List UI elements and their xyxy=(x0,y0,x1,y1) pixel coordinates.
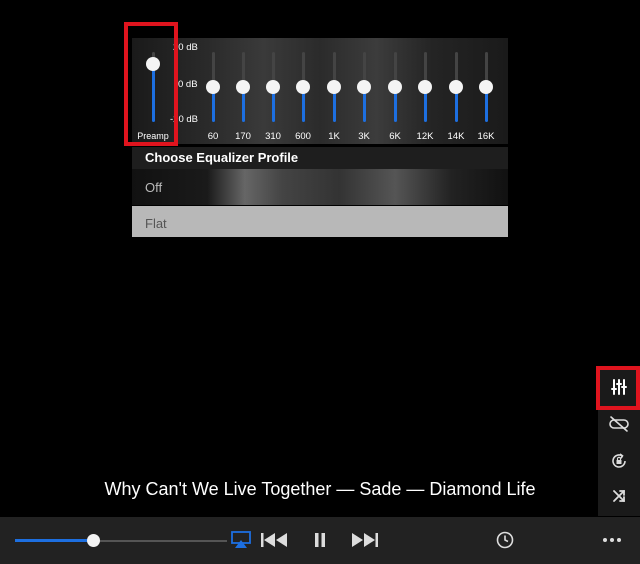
playback-bar xyxy=(0,517,640,564)
eq-band-slider[interactable] xyxy=(476,52,496,122)
now-playing-title: Why Can't We Live Together — Sade — Diam… xyxy=(104,479,536,499)
profile-list-title: Choose Equalizer Profile xyxy=(132,147,508,169)
eq-band-slider[interactable] xyxy=(263,52,283,122)
preamp-highlight xyxy=(124,22,178,146)
progress-knob[interactable] xyxy=(86,534,100,547)
eq-band-slider-label: 310 xyxy=(265,131,281,142)
more-icon xyxy=(603,538,621,542)
eq-band-slider[interactable] xyxy=(354,52,374,122)
progress-fill xyxy=(15,539,94,542)
eq-band-slider[interactable] xyxy=(446,52,466,122)
eq-band-slider-label: 1K xyxy=(328,131,340,142)
rotation-lock-icon xyxy=(612,453,626,468)
slider-knob[interactable] xyxy=(236,80,250,94)
previous-button[interactable] xyxy=(260,527,288,553)
eq-band-slider-label: 6K xyxy=(389,131,401,142)
eq-band-slider[interactable] xyxy=(233,52,253,122)
airplay-button[interactable] xyxy=(231,527,251,553)
pause-icon xyxy=(315,533,325,547)
slider-knob[interactable] xyxy=(266,80,280,94)
slider-knob[interactable] xyxy=(327,80,341,94)
sleep-timer-button[interactable] xyxy=(495,527,515,553)
eq-band-slider[interactable] xyxy=(293,52,313,122)
eq-band-slider-label: 600 xyxy=(295,131,311,142)
eq-band-slider-label: 16K xyxy=(477,131,495,142)
eq-band-slider[interactable] xyxy=(415,52,435,122)
eq-band-slider-label: 60 xyxy=(207,131,219,142)
no-repeat-icon xyxy=(609,416,629,432)
profile-item-off[interactable]: Off xyxy=(132,169,508,205)
eq-band-slider[interactable] xyxy=(385,52,405,122)
equalizer-button-highlight xyxy=(596,366,640,410)
slider-knob[interactable] xyxy=(479,80,493,94)
slider-knob[interactable] xyxy=(449,80,463,94)
slider-knob[interactable] xyxy=(296,80,310,94)
airplay-icon xyxy=(231,531,251,548)
eq-band-slider-label: 12K xyxy=(416,131,434,142)
next-icon xyxy=(352,533,378,547)
next-button[interactable] xyxy=(351,527,379,553)
clock-icon xyxy=(496,531,514,549)
slider-knob[interactable] xyxy=(418,80,432,94)
slider-knob[interactable] xyxy=(388,80,402,94)
more-button[interactable] xyxy=(602,527,622,553)
db-label-mid: 0 dB xyxy=(178,79,198,90)
eq-band-slider-label: 3K xyxy=(358,131,370,142)
slider-knob[interactable] xyxy=(357,80,371,94)
profile-item-flat[interactable]: Flat xyxy=(132,206,508,237)
eq-band-slider-label: 14K xyxy=(447,131,465,142)
eq-band-slider[interactable] xyxy=(203,52,223,122)
previous-icon xyxy=(261,533,287,547)
eq-band-slider[interactable] xyxy=(324,52,344,122)
eq-band-slider-label: 170 xyxy=(235,131,251,142)
repeat-button[interactable] xyxy=(598,407,640,441)
slider-knob[interactable] xyxy=(206,80,220,94)
pause-button[interactable] xyxy=(311,527,329,553)
rotation-lock-button[interactable] xyxy=(598,444,640,478)
